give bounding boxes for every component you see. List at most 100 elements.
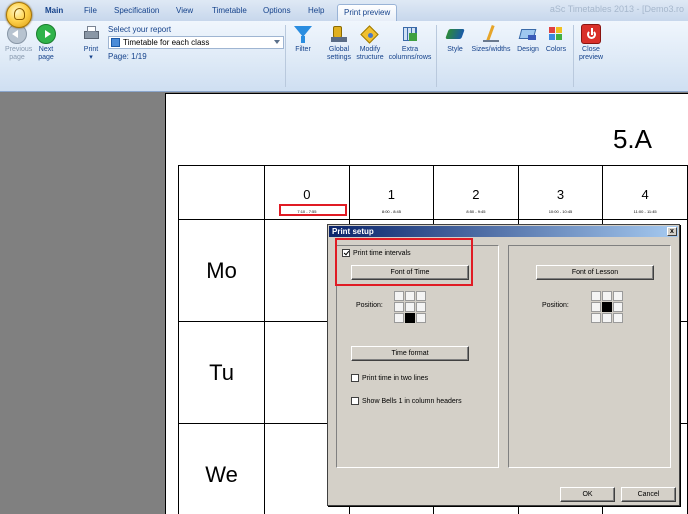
highlight-time-label (279, 204, 347, 216)
ribbon: Previous page Next page Print ▾ Select y… (0, 21, 688, 92)
report-value: Timetable for each class (123, 38, 210, 47)
tab-help[interactable]: Help (308, 6, 324, 20)
print-two-lines-checkbox[interactable]: Print time in two lines (351, 374, 428, 382)
previous-page-button[interactable]: Previous page (5, 24, 33, 62)
show-bells-label: Show Bells 1 in column headers (362, 397, 462, 405)
next-arrow-icon (36, 24, 56, 44)
app-menu-button[interactable] (6, 2, 32, 28)
period-header: 2 8:50 - 9:45 (433, 165, 519, 220)
document-icon (111, 38, 120, 47)
day-label: We (177, 423, 266, 514)
chevron-down-icon (274, 40, 280, 44)
position-cell-selected[interactable] (405, 313, 415, 323)
period-header: 4 11:00 - 11:45 (602, 165, 688, 220)
close-icon[interactable]: x (667, 227, 677, 236)
period-number: 4 (641, 187, 649, 202)
dialog-title-bar: Print setup x (329, 226, 678, 237)
next-page-button[interactable]: Next page (34, 24, 58, 62)
checkbox-icon (351, 397, 359, 405)
position-cell[interactable] (602, 291, 612, 301)
preview-background (0, 93, 165, 514)
ribbon-separator (285, 25, 286, 87)
period-header: 3 10:00 - 10:45 (517, 165, 604, 220)
tab-specification[interactable]: Specification (114, 6, 159, 20)
colors-icon (546, 24, 566, 44)
period-number: 0 (303, 187, 311, 202)
position-cell[interactable] (394, 291, 404, 301)
tab-file[interactable]: File (84, 6, 97, 20)
class-title: 5.A (612, 124, 652, 154)
printer-icon (81, 24, 101, 44)
tab-print-preview[interactable]: Print preview (337, 4, 398, 21)
global-settings-button[interactable]: Global settings (324, 24, 354, 62)
chevron-down-icon: ▾ (89, 54, 93, 61)
position-cell[interactable] (591, 291, 601, 301)
report-dropdown[interactable]: Timetable for each class (108, 36, 284, 49)
day-label: Mo (177, 219, 266, 322)
sizes-widths-button[interactable]: Sizes/widths (471, 24, 511, 54)
grid-corner-cell (177, 165, 266, 220)
modify-structure-button[interactable]: Modify structure (354, 24, 386, 62)
close-preview-label: Close preview (578, 46, 604, 61)
tab-timetable[interactable]: Timetable (212, 6, 247, 20)
sizes-widths-label: Sizes/widths (471, 46, 511, 53)
period-time: 10:00 - 10:45 (548, 209, 573, 214)
extra-columns-label: Extra columns/rows (388, 46, 432, 61)
position-cell[interactable] (416, 313, 426, 323)
period-time: 11:00 - 11:45 (633, 209, 657, 214)
global-settings-label: Global settings (326, 46, 352, 61)
position-cell[interactable] (591, 302, 601, 312)
position-cell[interactable] (394, 313, 404, 323)
checkbox-icon (351, 374, 359, 382)
show-bells-checkbox[interactable]: Show Bells 1 in column headers (351, 397, 462, 405)
period-time: 8:50 - 9:45 (466, 209, 486, 214)
style-button[interactable]: Style (443, 24, 467, 54)
page-indicator: Page: 1/19 (108, 52, 147, 61)
position-cell[interactable] (394, 302, 404, 312)
position-cell[interactable] (613, 291, 623, 301)
position-cell[interactable] (613, 302, 623, 312)
close-preview-button[interactable]: Close preview (577, 24, 605, 62)
previous-page-label: Previous page (5, 46, 33, 61)
title-bar: Main File Specification View Timetable O… (0, 0, 688, 28)
position-cell[interactable] (613, 313, 623, 323)
print-button[interactable]: Print ▾ (80, 24, 102, 62)
tab-options[interactable]: Options (263, 6, 291, 20)
lesson-settings-panel: Font of Lesson Position: (508, 245, 671, 468)
tab-view[interactable]: View (176, 6, 193, 20)
print-two-lines-label: Print time in two lines (362, 374, 429, 382)
extra-columns-button[interactable]: Extra columns/rows (388, 24, 432, 62)
print-label: Print (83, 46, 99, 53)
position-cell[interactable] (591, 313, 601, 323)
cancel-button[interactable]: Cancel (621, 487, 676, 502)
tab-main[interactable]: Main (45, 6, 63, 20)
position-cell[interactable] (416, 291, 426, 301)
filter-button[interactable]: Filter (290, 24, 316, 54)
design-icon (518, 24, 538, 44)
global-settings-icon (329, 24, 349, 44)
position-cell[interactable] (405, 302, 415, 312)
ruler-icon (481, 24, 501, 44)
next-page-label: Next page (38, 46, 54, 61)
position-cell[interactable] (405, 291, 415, 301)
modify-structure-icon (360, 24, 380, 44)
colors-label: Colors (545, 46, 567, 53)
position-label: Position: (356, 302, 383, 309)
filter-label: Filter (295, 46, 311, 53)
time-position-grid[interactable] (394, 291, 426, 323)
time-format-button[interactable]: Time format (351, 346, 469, 361)
highlight-time-options (335, 238, 473, 286)
position-cell[interactable] (602, 313, 612, 323)
colors-button[interactable]: Colors (543, 24, 569, 54)
position-cell[interactable] (416, 302, 426, 312)
design-button[interactable]: Design (515, 24, 541, 54)
position-cell-selected[interactable] (602, 302, 612, 312)
ok-button[interactable]: OK (560, 487, 615, 502)
lesson-position-grid[interactable] (591, 291, 623, 323)
font-of-lesson-button[interactable]: Font of Lesson (536, 265, 654, 280)
ribbon-separator (436, 25, 437, 87)
dialog-title: Print setup (332, 227, 374, 236)
modify-structure-label: Modify structure (356, 46, 384, 61)
ribbon-separator (573, 25, 574, 87)
period-header: 1 8:00 - 8:45 (348, 165, 435, 220)
